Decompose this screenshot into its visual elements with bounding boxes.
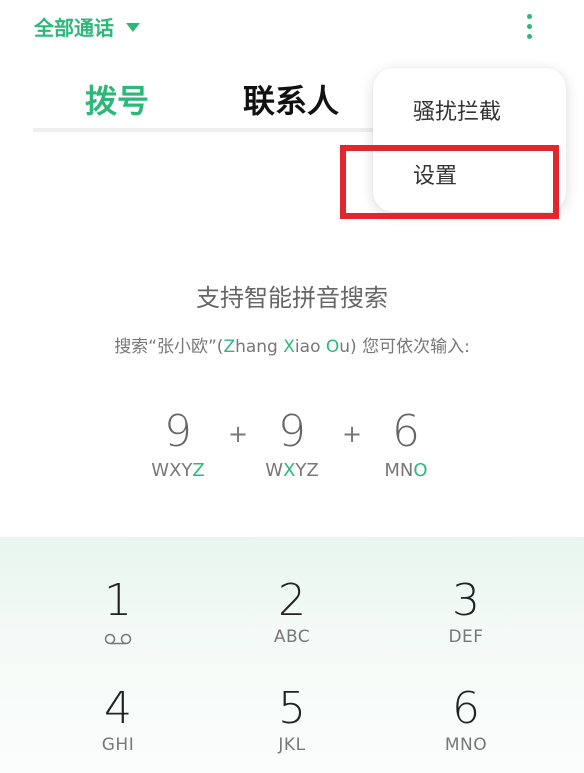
hint-zhang: hang: [235, 337, 284, 357]
call-filter-label: 全部通话: [34, 16, 114, 40]
call-filter-dropdown[interactable]: 全部通话: [34, 12, 140, 41]
dot: [527, 14, 532, 19]
example-key-2: 9 WXYZ: [262, 406, 322, 482]
hint-letter-z: Z: [223, 337, 236, 357]
letters-highlight: X: [283, 460, 296, 481]
more-vertical-icon[interactable]: [518, 12, 542, 42]
tab-dial[interactable]: 拨号: [85, 76, 149, 122]
example-letters: WXYZ: [148, 460, 208, 481]
hint-title: 支持智能拼音搜索: [196, 284, 388, 312]
example-key-1: 9 WXYZ: [148, 406, 208, 482]
key-letters: GHI: [101, 735, 135, 755]
menu-item-harassment-block[interactable]: 骚扰拦截: [413, 94, 501, 126]
plus-sign: +: [342, 420, 363, 448]
key-letters: JKL: [278, 735, 306, 755]
tab-contacts[interactable]: 联系人: [243, 76, 339, 122]
key-6[interactable]: 6 MNO: [369, 645, 563, 756]
letters-plain: W: [265, 460, 284, 481]
example-digit: 6: [392, 406, 420, 457]
key-digit: 6: [452, 683, 480, 734]
key-digit: 5: [278, 683, 306, 734]
hint-letter-x: X: [283, 337, 295, 357]
key-1[interactable]: 1: [21, 537, 215, 645]
hint-letter-o: O: [325, 337, 340, 357]
voicemail-icon: [104, 633, 132, 645]
top-bar: 全部通话: [0, 0, 584, 56]
key-letters: ABC: [273, 627, 311, 647]
key-digit: 4: [104, 683, 132, 734]
key-digit: 1: [104, 575, 132, 626]
letters-after: YZ: [295, 460, 319, 481]
key-digit: 2: [278, 575, 306, 626]
hint-ou: u: [339, 337, 351, 357]
key-2[interactable]: 2 ABC: [195, 537, 389, 648]
hint-subtitle: 搜索“张小欧”(Zhang Xiao Ou) 您可依次输入:: [0, 332, 584, 357]
caret-down-icon: [126, 23, 140, 32]
dial-keypad: 1 2 ABC 3 DEF 4 GHI 5 JKL 6 MNO: [0, 537, 584, 773]
example-digit: 9: [164, 406, 192, 457]
key-4[interactable]: 4 GHI: [21, 645, 215, 756]
letters-highlight: Z: [192, 460, 205, 481]
letters-highlight: O: [413, 460, 428, 481]
letters-plain: WXY: [151, 460, 193, 481]
key-digit: 3: [452, 575, 480, 626]
key-5[interactable]: 5 JKL: [195, 645, 389, 756]
plus-sign: +: [228, 420, 249, 448]
key-letters: MNO: [444, 735, 488, 755]
hint-xiao: iao: [294, 337, 326, 357]
example-key-3: 6 MNO: [376, 406, 436, 482]
example-letters: MNO: [376, 460, 436, 481]
letters-plain: MN: [384, 460, 414, 481]
dot: [527, 24, 532, 29]
hint-suffix: ) 您可依次输入:: [350, 337, 470, 357]
example-letters: WXYZ: [262, 460, 322, 481]
dot: [527, 34, 532, 39]
key-letters: DEF: [448, 627, 484, 647]
hint-prefix: 搜索“张小欧”(: [114, 337, 224, 357]
highlight-box: [340, 145, 559, 219]
key-3[interactable]: 3 DEF: [369, 537, 563, 648]
example-digit: 9: [278, 406, 306, 457]
